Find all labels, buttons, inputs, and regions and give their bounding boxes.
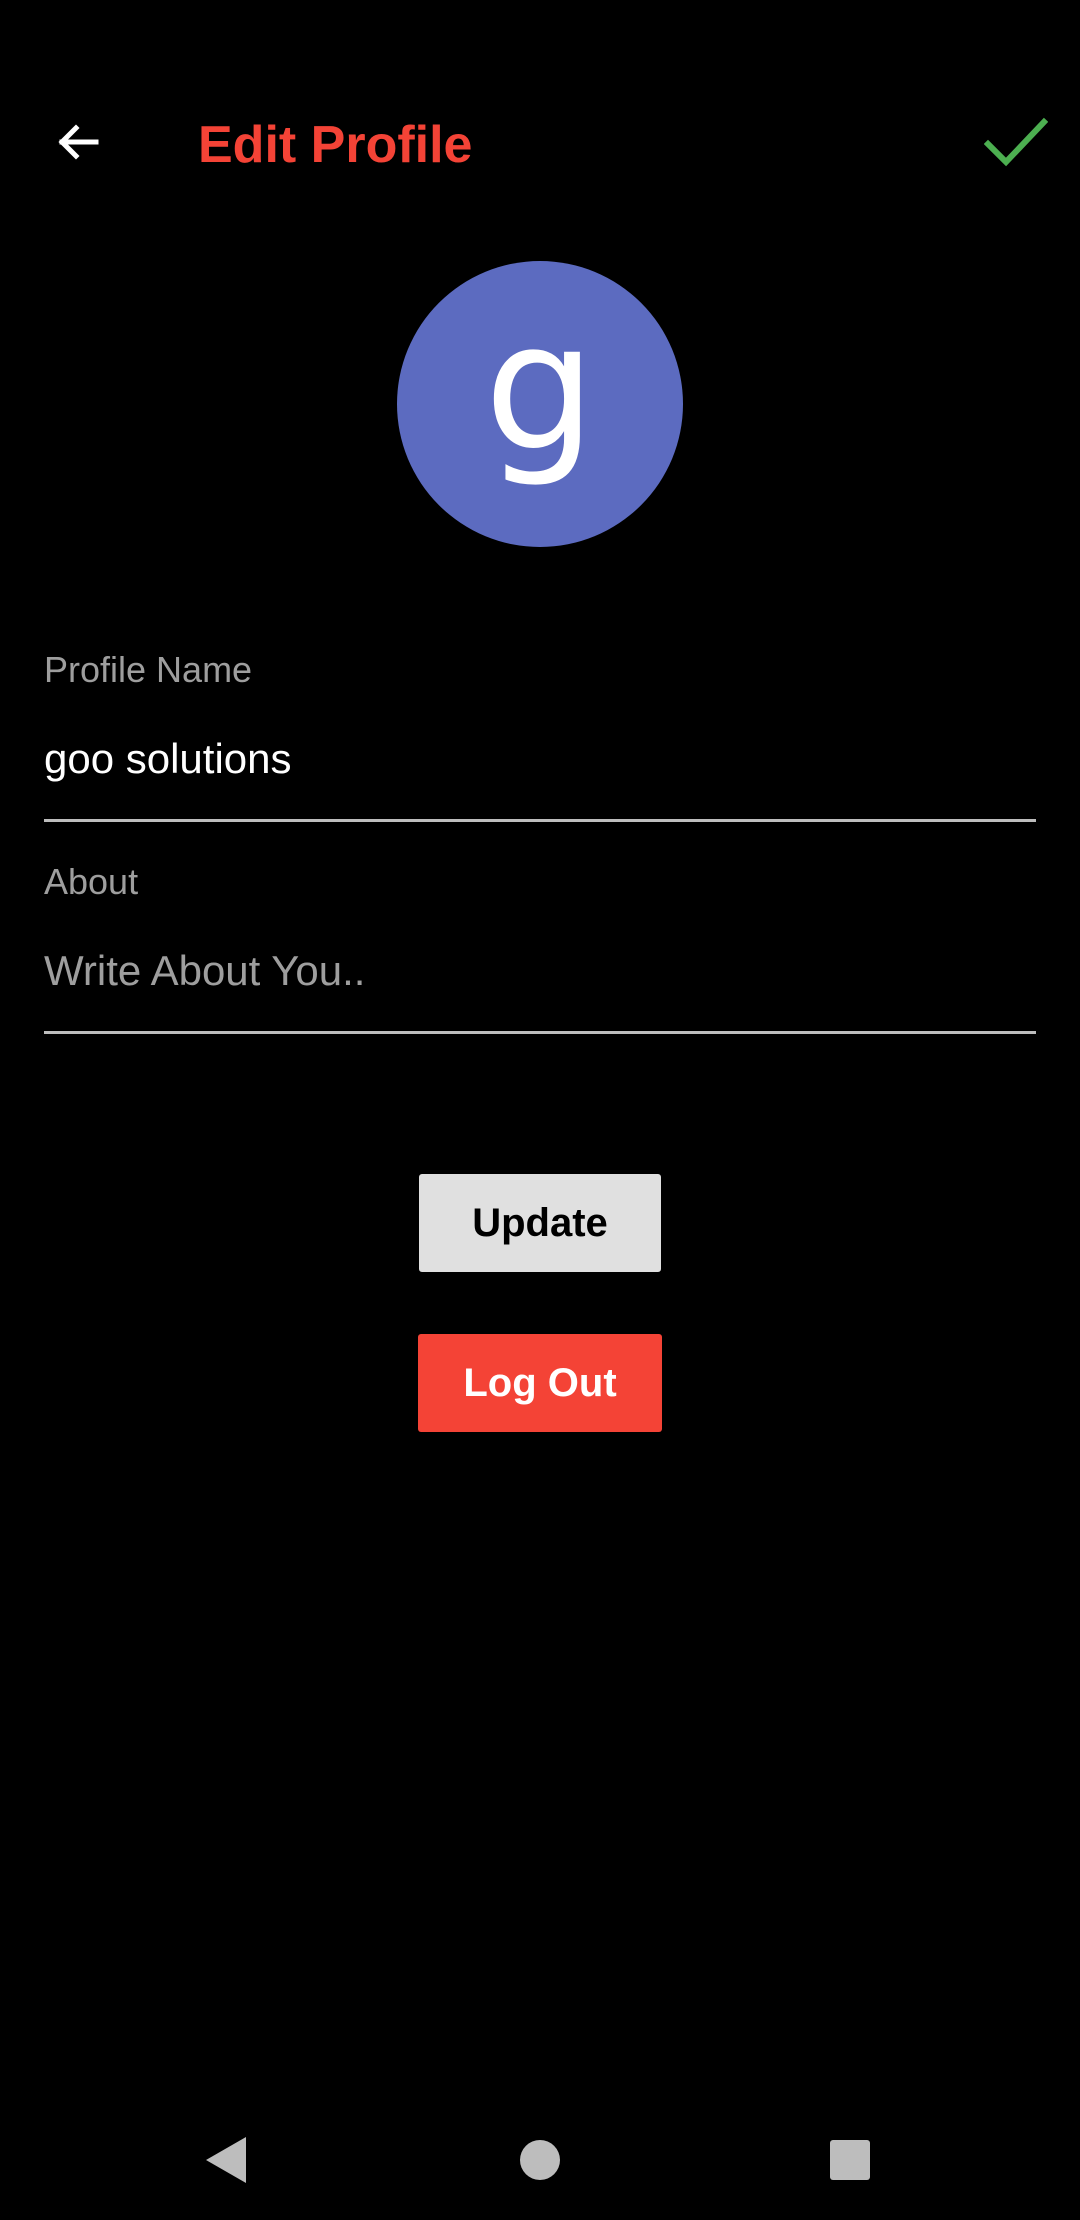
nav-home-icon: [520, 2140, 560, 2180]
logout-button[interactable]: Log Out: [418, 1334, 662, 1432]
system-navigation-bar: [0, 2100, 1080, 2220]
top-app-bar: Edit Profile: [0, 0, 1080, 230]
about-field: About: [44, 860, 1036, 1034]
avatar-letter: g: [484, 285, 596, 490]
profile-avatar[interactable]: g: [397, 261, 683, 547]
nav-recents-icon: [830, 2140, 870, 2180]
nav-back-button[interactable]: [186, 2120, 266, 2200]
back-button[interactable]: [40, 104, 116, 180]
nav-back-icon: [206, 2137, 246, 2183]
profile-name-field: Profile Name: [44, 648, 1036, 822]
profile-name-label: Profile Name: [44, 649, 253, 690]
nav-recents-button[interactable]: [810, 2120, 890, 2200]
profile-name-input[interactable]: [44, 734, 1036, 784]
about-underline: [44, 1031, 1036, 1034]
check-icon: [984, 117, 1048, 167]
about-input[interactable]: [44, 946, 1036, 996]
about-label: About: [44, 861, 139, 902]
nav-home-button[interactable]: [500, 2120, 580, 2200]
profile-name-underline: [44, 819, 1036, 822]
update-button[interactable]: Update: [419, 1174, 661, 1272]
page-title: Edit Profile: [198, 116, 473, 174]
arrow-back-icon: [58, 124, 99, 160]
save-check-button[interactable]: [978, 104, 1054, 180]
